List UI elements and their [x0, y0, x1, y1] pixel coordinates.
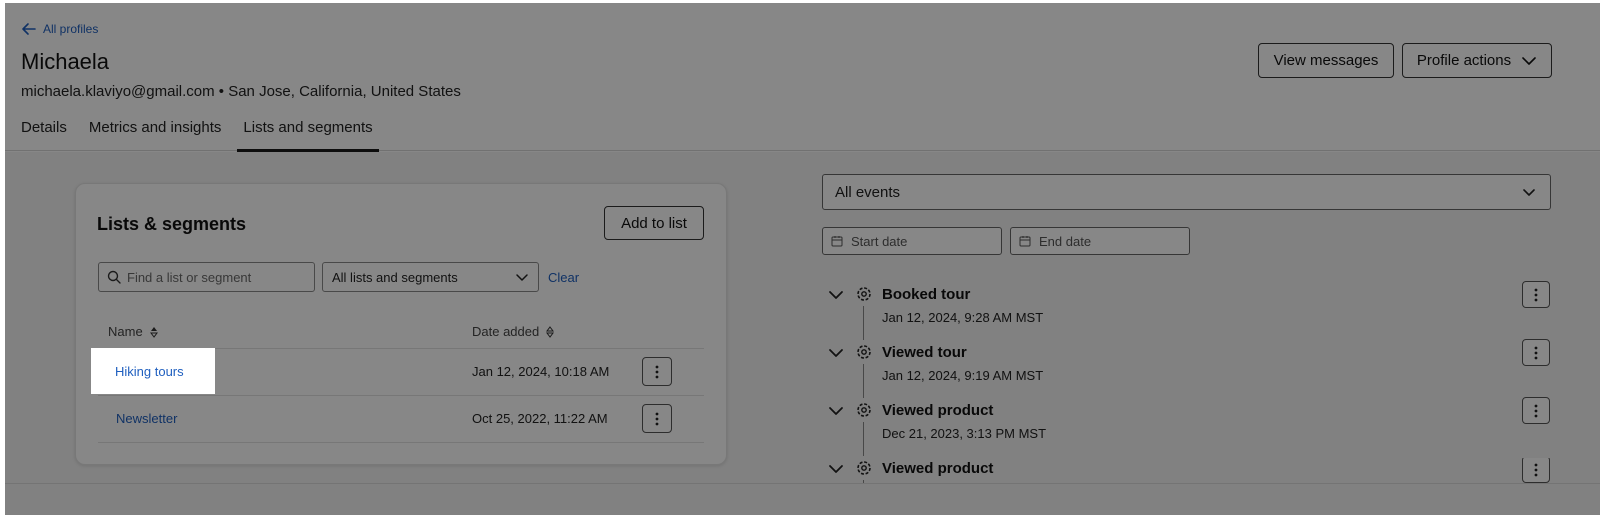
- timeline-line: [863, 422, 864, 456]
- chevron-down-icon: [1523, 189, 1535, 196]
- clear-filter-link[interactable]: Clear: [548, 270, 579, 285]
- end-date-field[interactable]: End date: [1010, 227, 1190, 255]
- sort-icon: [546, 325, 555, 338]
- event-item: Viewed product Dec 21, 2023, 3:13 PM MST: [822, 397, 1551, 458]
- more-vertical-icon: [1534, 463, 1538, 476]
- chevron-down-icon: [1522, 56, 1536, 65]
- event-actions-button[interactable]: [1522, 397, 1550, 424]
- row-actions-button[interactable]: [642, 357, 672, 386]
- gear-icon: [857, 403, 871, 417]
- event-title: Viewed product: [882, 402, 994, 419]
- chevron-down-icon[interactable]: [827, 286, 845, 304]
- event-actions-button[interactable]: [1522, 458, 1550, 483]
- lists-filter-value: All lists and segments: [332, 269, 458, 285]
- more-vertical-icon: [1534, 288, 1538, 301]
- more-vertical-icon: [1534, 346, 1538, 359]
- chevron-down-icon: [516, 274, 528, 281]
- sort-icon: [149, 326, 158, 338]
- column-header-name[interactable]: Name: [108, 324, 159, 339]
- gear-icon: [857, 461, 871, 475]
- column-date-label: Date added: [472, 324, 540, 339]
- list-date-added: Oct 25, 2022, 11:22 AM: [472, 411, 608, 426]
- event-actions-button[interactable]: [1522, 281, 1550, 308]
- profile-page: All profiles Michaela michaela.klaviyo@g…: [5, 3, 1600, 515]
- gear-icon: [857, 287, 871, 301]
- list-search-field[interactable]: [98, 262, 315, 292]
- footer-strip: [5, 483, 1600, 515]
- start-date-placeholder: Start date: [851, 233, 908, 249]
- profile-email-location: michaela.klaviyo@gmail.com • San Jose, C…: [21, 83, 461, 100]
- profile-actions-label: Profile actions: [1416, 52, 1512, 69]
- add-to-list-button[interactable]: Add to list: [604, 206, 704, 240]
- start-date-field[interactable]: Start date: [822, 227, 1002, 255]
- event-time: Dec 21, 2023, 3:13 PM MST: [882, 426, 1047, 441]
- profile-actions-button[interactable]: Profile actions: [1402, 43, 1552, 78]
- more-vertical-icon: [655, 412, 659, 425]
- chevron-down-icon[interactable]: [827, 460, 845, 478]
- event-title: Viewed tour: [882, 344, 967, 361]
- tab-lists-and-segments[interactable]: Lists and segments: [237, 113, 379, 152]
- search-icon: [107, 270, 121, 284]
- timeline-line: [863, 480, 864, 483]
- list-date-added: Jan 12, 2024, 10:18 AM: [472, 364, 610, 379]
- profile-header: All profiles Michaela michaela.klaviyo@g…: [5, 3, 1600, 152]
- calendar-icon: [831, 236, 843, 247]
- event-actions-button[interactable]: [1522, 339, 1550, 366]
- tab-details[interactable]: Details: [21, 113, 67, 151]
- event-item: Booked tour Jan 12, 2024, 9:28 AM MST: [822, 281, 1551, 342]
- more-vertical-icon: [1534, 404, 1538, 417]
- list-search-input[interactable]: [127, 269, 307, 285]
- column-name-label: Name: [108, 324, 143, 339]
- chevron-down-icon[interactable]: [827, 402, 845, 420]
- end-date-placeholder: End date: [1039, 233, 1092, 249]
- event-time: Jan 12, 2024, 9:19 AM MST: [882, 368, 1044, 383]
- list-name-link[interactable]: Newsletter: [116, 411, 177, 426]
- chevron-down-icon[interactable]: [827, 344, 845, 362]
- event-title: Booked tour: [882, 286, 971, 303]
- view-messages-button[interactable]: View messages: [1258, 43, 1394, 78]
- calendar-icon: [1019, 236, 1031, 247]
- back-to-all-profiles-link[interactable]: All profiles: [21, 21, 98, 37]
- timeline-line: [863, 364, 864, 398]
- more-vertical-icon: [655, 365, 659, 378]
- gear-icon: [857, 345, 871, 359]
- event-time: Jan 12, 2024, 9:28 AM MST: [882, 310, 1044, 325]
- row-divider: [98, 442, 704, 443]
- event-item: Viewed product: [822, 458, 1551, 483]
- table-row: Newsletter Oct 25, 2022, 11:22 AM: [98, 396, 704, 442]
- profile-name: Michaela: [21, 49, 110, 74]
- arrow-left-icon: [22, 23, 36, 35]
- tab-metrics-and-insights[interactable]: Metrics and insights: [89, 113, 222, 151]
- timeline-line: [863, 306, 864, 340]
- card-title: Lists & segments: [97, 214, 247, 234]
- event-title: Viewed product: [882, 460, 994, 477]
- list-name-link-highlighted[interactable]: Hiking tours: [115, 364, 184, 379]
- profile-tabs: Details Metrics and insights Lists and s…: [21, 113, 401, 152]
- row-actions-button[interactable]: [642, 404, 672, 433]
- back-link-label: All profiles: [43, 22, 99, 36]
- lists-filter-select[interactable]: All lists and segments: [322, 262, 539, 292]
- lists-segments-card: Lists & segments Add to list All lists a…: [75, 183, 727, 465]
- spotlight-hiking-tours[interactable]: Hiking tours: [91, 348, 215, 394]
- events-filter-select[interactable]: All events: [822, 174, 1551, 210]
- event-item: Viewed tour Jan 12, 2024, 9:19 AM MST: [822, 339, 1551, 400]
- column-header-date-added[interactable]: Date added: [472, 324, 555, 339]
- events-filter-value: All events: [835, 183, 901, 201]
